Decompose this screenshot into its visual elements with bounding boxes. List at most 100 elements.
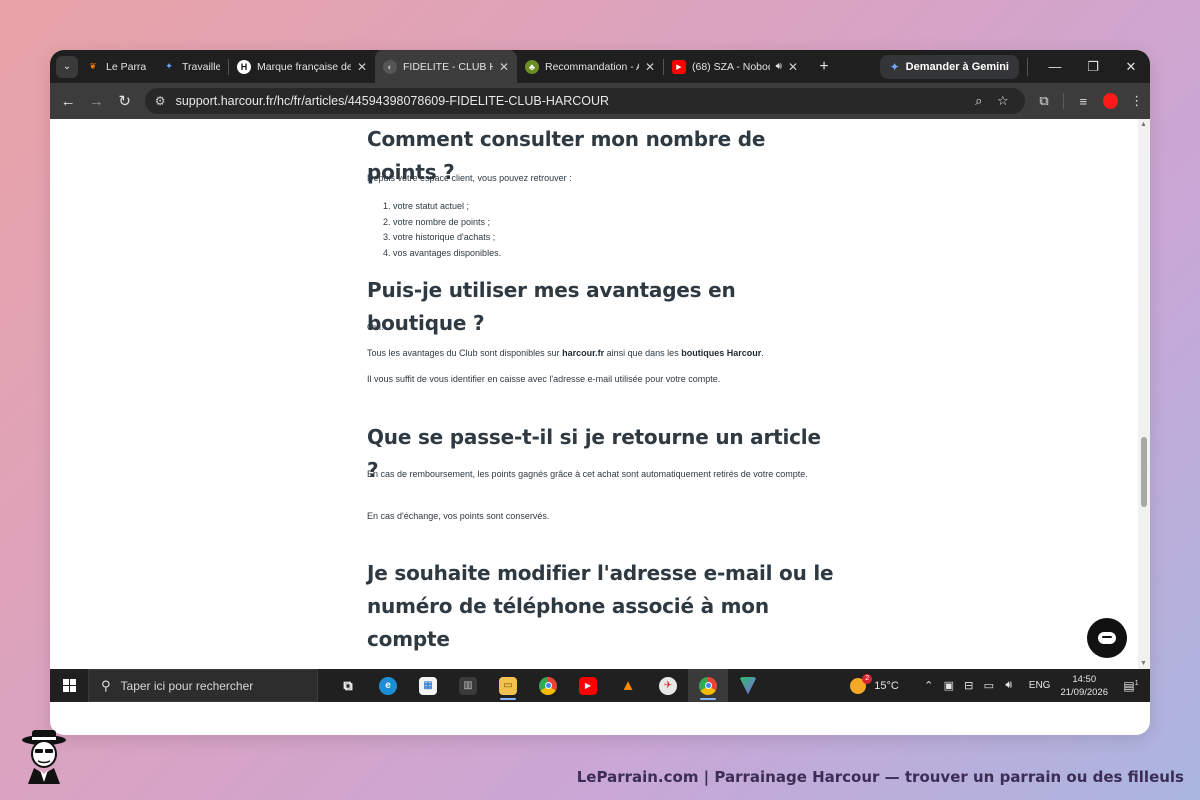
paragraph: Tous les avantages du Club sont disponib…	[367, 348, 764, 358]
chat-widget-button[interactable]	[1087, 618, 1127, 658]
page-scrollbar[interactable]: ▲ ▼	[1138, 119, 1150, 669]
triangle-app-icon	[739, 676, 757, 695]
harcour-h-favicon-icon: H	[237, 59, 251, 74]
web-page: Comment consulter mon nombre de points ?…	[50, 119, 1138, 669]
new-tab-button[interactable]: +	[814, 58, 834, 76]
vlc-cone-icon: ▲	[620, 677, 636, 694]
close-icon[interactable]: ✕	[645, 60, 655, 74]
taskbar-chrome[interactable]	[528, 669, 568, 702]
url-text[interactable]: support.harcour.fr/hc/fr/articles/445943…	[176, 94, 967, 108]
section-heading: Puis-je utiliser mes avantages en boutiq…	[367, 278, 736, 335]
tab-marque-francaise[interactable]: H Marque française de ✕	[229, 50, 375, 83]
browser-toolbar: ← → ↻ ⚙ support.harcour.fr/hc/fr/article…	[50, 83, 1150, 119]
speaker-icon[interactable]: 🔊︎	[776, 61, 782, 72]
meet-icon[interactable]: ▣	[940, 679, 958, 692]
notification-icon: ▤	[1123, 678, 1135, 693]
network-icon[interactable]: ⊟	[960, 679, 978, 692]
footer-caption: LeParrain.com | Parrainage Harcour — tro…	[576, 768, 1184, 786]
close-icon[interactable]: ✕	[788, 60, 798, 74]
tab-recommandation[interactable]: ♣ Recommandation - A ✕	[517, 50, 663, 83]
youtube-favicon-icon: ▶	[672, 59, 686, 74]
close-icon[interactable]: ✕	[357, 60, 367, 74]
chrome-icon	[539, 676, 557, 695]
harcour-support-favicon-icon: ◐	[383, 59, 397, 74]
folder-icon: ▭	[499, 676, 517, 695]
list-item: vos avantages disponibles.	[393, 246, 823, 262]
taskbar-app-dark[interactable]: ▥	[448, 669, 488, 702]
arrow-right-icon: →	[88, 92, 104, 110]
start-button[interactable]	[50, 679, 88, 692]
profile-avatar[interactable]	[1102, 93, 1118, 109]
list-item: votre nombre de points ;	[393, 215, 823, 231]
paragraph: Il vous suffit de vous identifier en cai…	[367, 374, 721, 384]
reload-button[interactable]: ↻	[111, 86, 139, 116]
kebab-menu-icon[interactable]: ⋮	[1124, 93, 1150, 109]
tab-leparrain[interactable]: ❦ Le Parrain	[78, 50, 154, 83]
battery-icon[interactable]: ▭	[980, 679, 998, 692]
taskbar-chrome-active[interactable]	[688, 669, 728, 702]
tab-youtube-sza[interactable]: ▶ (68) SZA - Nobod 🔊︎ ✕	[664, 50, 806, 83]
taskbar-app-triangle[interactable]	[728, 669, 768, 702]
toolbar-separator	[1027, 57, 1028, 76]
points-list: votre statut actuel ; votre nombre de po…	[393, 199, 823, 261]
plus-icon: +	[819, 57, 829, 75]
language-indicator[interactable]: ENG	[1029, 680, 1051, 691]
paragraph: En cas de remboursement, les points gagn…	[367, 469, 808, 479]
bird-app-icon: ✈	[659, 676, 677, 695]
scroll-up-icon[interactable]: ▲	[1140, 121, 1147, 128]
close-icon: ✕	[1125, 58, 1137, 74]
bookmark-star-icon[interactable]: ☆	[991, 93, 1015, 109]
chat-bubble-icon	[1098, 632, 1116, 644]
search-icon: ⚲	[101, 677, 111, 693]
close-window-button[interactable]: ✕	[1112, 50, 1150, 83]
gemini-favicon-icon: ✦	[165, 61, 173, 71]
screenshot-card: ⌄ ❦ Le Parrain ✦ Travailler H Marque fra…	[50, 50, 1150, 735]
taskbar-file-explorer[interactable]: ▭	[488, 669, 528, 702]
restore-button[interactable]: ❐	[1074, 50, 1112, 83]
zoom-icon[interactable]: ⌕	[967, 93, 991, 109]
ask-gemini-button[interactable]: ✦ Demander à Gemini	[879, 54, 1019, 79]
paragraph: Oui.	[367, 322, 384, 332]
close-icon[interactable]: ✕	[499, 60, 509, 74]
taskbar-vlc[interactable]: ▲	[608, 669, 648, 702]
tab-search-button[interactable]: ⌄	[56, 55, 78, 78]
youtube-icon: ▶	[579, 676, 597, 695]
task-view-icon: ⧉	[343, 677, 353, 693]
restore-icon: ❐	[1087, 58, 1099, 74]
extensions-icon[interactable]: ⧉	[1031, 93, 1057, 109]
volume-icon[interactable]: 🔊︎	[1000, 679, 1018, 692]
taskbar-store[interactable]: ▦	[408, 669, 448, 702]
store-icon: ▦	[419, 676, 437, 695]
weather-widget[interactable]: 2 15°C	[850, 673, 899, 694]
section-heading: Je souhaite modifier l'adresse e-mail ou…	[367, 561, 834, 651]
tab-travailler[interactable]: ✦ Travailler	[154, 50, 228, 83]
taskbar-app-bird[interactable]: ✈	[648, 669, 688, 702]
chevron-down-icon: ⌄	[62, 61, 72, 72]
tree-favicon-icon: ♣	[525, 59, 539, 74]
notifications-button[interactable]: ▤1	[1122, 679, 1140, 693]
forward-button[interactable]: →	[82, 86, 110, 116]
taskbar-edge[interactable]: e	[368, 669, 408, 702]
minimize-button[interactable]: —	[1036, 50, 1074, 83]
system-tray: 2 15°C ⌃ ▣ ⊟ ▭ 🔊︎ ENG 14:50 21/09/2026 ▤…	[850, 673, 1150, 699]
taskbar-youtube[interactable]: ▶	[568, 669, 608, 702]
media-controls-icon[interactable]: ≡	[1070, 94, 1096, 109]
windows-taskbar: ⚲ Taper ici pour rechercher ⧉ e ▦ ▥ ▭ ▶ …	[50, 669, 1150, 702]
toolbar-separator	[1063, 93, 1065, 109]
taskbar-pinned-apps: ⧉ e ▦ ▥ ▭ ▶ ▲ ✈	[328, 669, 768, 702]
scroll-down-icon[interactable]: ▼	[1140, 660, 1147, 667]
back-button[interactable]: ←	[54, 86, 82, 116]
address-bar[interactable]: ⚙ support.harcour.fr/hc/fr/articles/4459…	[144, 88, 1025, 114]
leparrain-mascot-logo	[22, 730, 66, 784]
arrow-left-icon: ←	[60, 92, 76, 110]
site-settings-icon[interactable]: ⚙	[155, 94, 166, 108]
task-view-button[interactable]: ⧉	[328, 669, 368, 702]
taskbar-search-input[interactable]: ⚲ Taper ici pour rechercher	[88, 669, 318, 702]
chrome-icon	[699, 676, 717, 695]
scrollbar-thumb[interactable]	[1141, 437, 1147, 507]
clock[interactable]: 14:50 21/09/2026	[1060, 673, 1108, 699]
link-harcour[interactable]: harcour.fr	[562, 348, 604, 358]
audio-app-icon: ▥	[459, 676, 477, 695]
tab-fidelite-club-harcour[interactable]: ◐ FIDELITE - CLUB HARC ✕	[375, 50, 517, 83]
chevron-up-icon[interactable]: ⌃	[920, 679, 938, 692]
